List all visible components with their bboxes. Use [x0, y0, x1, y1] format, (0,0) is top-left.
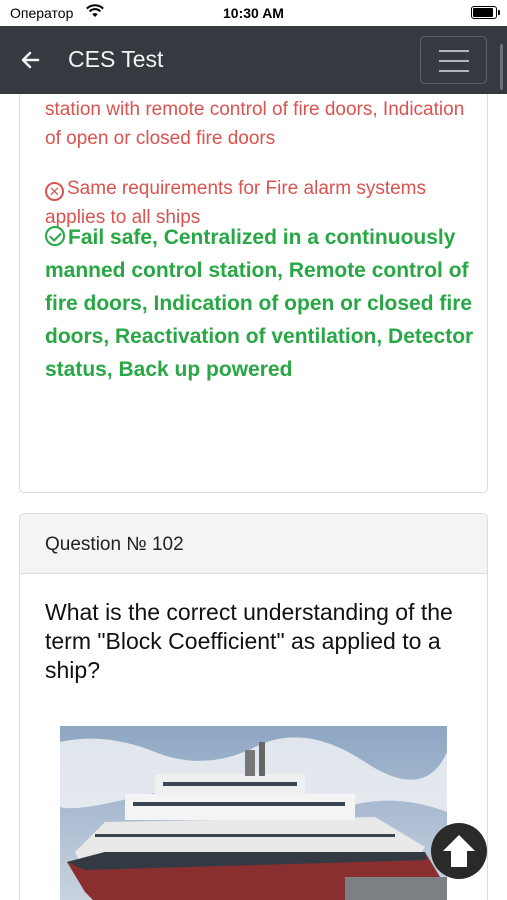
- check-circle-icon: [45, 226, 65, 246]
- hamburger-menu-button[interactable]: [420, 36, 487, 84]
- question-header: Question № 102: [20, 514, 487, 574]
- scroll-top-arrow-icon: [443, 835, 475, 867]
- clock: 10:30 AM: [223, 5, 284, 21]
- question-text: What is the correct understanding of the…: [45, 599, 453, 683]
- ship-photo: [45, 702, 463, 900]
- scroll-indicator: [500, 44, 503, 90]
- page-title: CES Test: [68, 46, 164, 72]
- wrong-answer: station with remote control of fire door…: [45, 99, 465, 149]
- hamburger-menu-icon: [439, 50, 469, 52]
- x-circle-icon: ✕: [45, 182, 64, 201]
- scroll-to-top-button[interactable]: [431, 823, 487, 879]
- content-area[interactable]: station with remote control of fire door…: [0, 94, 507, 900]
- app-navbar: CES Test: [0, 26, 507, 94]
- status-bar: Оператор 10:30 AM: [0, 0, 507, 26]
- back-arrow-icon[interactable]: [18, 48, 42, 72]
- question-card: Question № 102 What is the correct under…: [19, 513, 488, 900]
- battery-icon: [471, 6, 500, 19]
- correct-answer: Fail safe, Centralized in a continuously…: [45, 226, 474, 381]
- previous-question-card: station with remote control of fire door…: [19, 94, 488, 493]
